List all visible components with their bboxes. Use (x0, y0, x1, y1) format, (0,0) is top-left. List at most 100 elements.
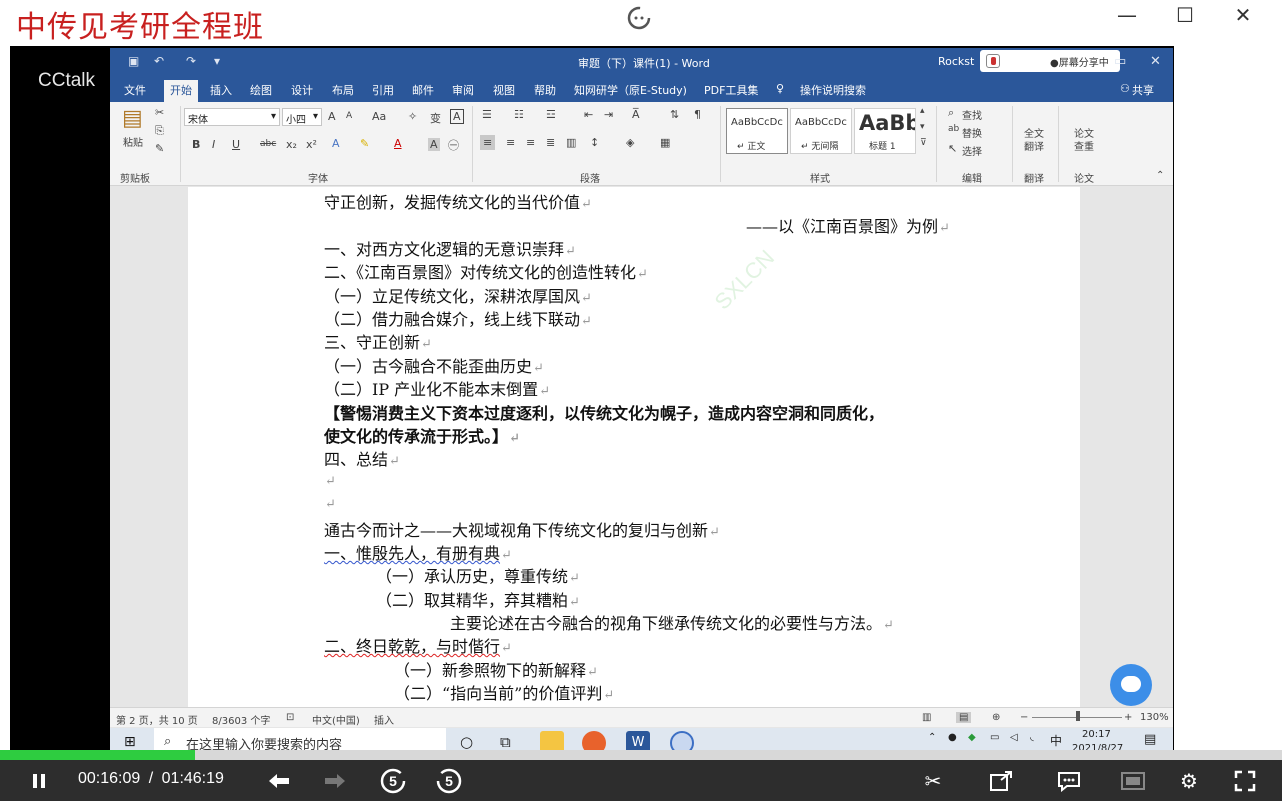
copy-icon[interactable]: ⎘ (155, 124, 164, 138)
zoom-in-icon[interactable]: + (1124, 712, 1132, 723)
web-layout-icon[interactable]: ⊕ (992, 712, 1000, 723)
cortana-icon[interactable]: ○ (460, 733, 473, 751)
select-icon[interactable]: ↖ (948, 142, 957, 155)
close-word-icon[interactable]: ✕ (1150, 54, 1161, 69)
char-shading-icon[interactable]: A (428, 138, 440, 151)
danmaku-button[interactable] (1054, 766, 1084, 796)
change-case-button[interactable]: Aa (372, 110, 386, 123)
print-layout-icon[interactable]: ▤ (956, 712, 972, 723)
justify-icon[interactable]: ≣ (546, 136, 555, 149)
share-video-button[interactable] (986, 766, 1016, 796)
sort-icon[interactable]: ⇅ (670, 108, 679, 121)
tray-app-icon[interactable]: ◆ (968, 732, 976, 743)
align-left-icon[interactable]: ≡ (480, 135, 496, 150)
tab-estudy[interactable]: 知网研学（原E-Study) (574, 82, 687, 98)
bold-button[interactable]: B (192, 138, 200, 151)
minimize-button[interactable]: — (1102, 0, 1152, 30)
network-icon[interactable]: ◟ (1030, 732, 1034, 743)
style-no-spacing[interactable]: AaBbCcDc ↵ 无间隔 (790, 108, 852, 154)
customize-qat-icon[interactable]: ▾ (214, 54, 220, 68)
picture-in-picture-button[interactable] (1118, 766, 1148, 796)
word-count[interactable]: 8/3603 个字 (212, 712, 270, 727)
tab-design[interactable]: 设计 (291, 82, 313, 98)
share-button[interactable]: 共享 (1132, 82, 1154, 98)
rewind-5-button[interactable]: 5 (378, 766, 408, 796)
insert-mode[interactable]: 插入 (374, 712, 394, 727)
distributed-icon[interactable]: ▥ (566, 136, 576, 149)
style-normal[interactable]: AaBbCcDc ↵ 正文 (726, 108, 788, 154)
chinese-layout-icon[interactable]: A̅ (632, 108, 640, 121)
next-button[interactable] (320, 766, 350, 796)
increase-indent-icon[interactable]: ⇥ (604, 108, 613, 121)
account-name[interactable]: Rockst (938, 55, 974, 68)
enclose-char-icon[interactable]: ㊀ (448, 137, 459, 153)
font-name-select[interactable]: 宋体 ▾ (184, 108, 280, 126)
grow-font-button[interactable]: A (328, 110, 336, 123)
volume-icon[interactable]: ◁ (1010, 732, 1018, 743)
mic-muted-icon[interactable] (986, 54, 1000, 68)
tab-pdf-tools[interactable]: PDF工具集 (704, 82, 758, 98)
subscript-button[interactable]: x₂ (286, 138, 297, 151)
full-translate-button[interactable]: 全文翻译 (1024, 128, 1046, 154)
tab-draw[interactable]: 绘图 (250, 82, 272, 98)
borders-icon[interactable]: ▦ (660, 136, 670, 149)
undo-icon[interactable]: ↶ (154, 54, 164, 68)
font-size-select[interactable]: 小四 ▾ (282, 108, 322, 126)
show-marks-icon[interactable]: ¶ (694, 108, 701, 121)
underline-button[interactable]: U (232, 138, 240, 151)
notification-icon[interactable]: ▤ (1144, 732, 1156, 747)
tray-expand-icon[interactable]: ⌃ (928, 732, 936, 743)
shrink-font-button[interactable]: A (346, 111, 352, 121)
video-stage[interactable]: CCtalk ▣ ↶ ↷ ▾ 审题（下）课件(1) - Word Rockst … (10, 46, 1174, 758)
tab-references[interactable]: 引用 (372, 82, 394, 98)
shading-icon[interactable]: ◈ (626, 136, 634, 149)
char-border-icon[interactable]: A (450, 109, 464, 124)
cut-icon[interactable]: ✂ (155, 106, 164, 119)
find-button[interactable]: 查找 (962, 107, 982, 122)
align-right-icon[interactable]: ≡ (526, 136, 535, 149)
language-status[interactable]: 中文(中国) (312, 712, 360, 727)
screen-share-pill[interactable]: ●屏幕分享中 (980, 50, 1120, 72)
paste-button[interactable]: 粘贴 (123, 134, 143, 149)
task-view-icon[interactable]: ⧉ (500, 733, 511, 751)
fullscreen-button[interactable] (1230, 766, 1260, 796)
highlight-icon[interactable]: ✎ (360, 137, 369, 150)
close-button[interactable]: ✕ (1218, 0, 1268, 30)
restore-window-icon[interactable]: ▭ (1114, 54, 1126, 69)
paste-icon[interactable]: ▤ (122, 106, 143, 131)
zoom-slider-thumb[interactable] (1076, 711, 1080, 721)
format-painter-icon[interactable]: ✎ (155, 142, 164, 155)
clock-time[interactable]: 20:17 (1082, 729, 1111, 740)
tab-view[interactable]: 视图 (493, 82, 515, 98)
maximize-button[interactable]: ☐ (1160, 0, 1210, 30)
align-center-icon[interactable]: ≡ (506, 136, 515, 149)
bullets-icon[interactable]: ☰ (482, 108, 492, 121)
font-color-icon[interactable]: A (394, 137, 402, 150)
style-heading-1[interactable]: AaBb 标题 1 (854, 108, 916, 154)
styles-scroll-up-icon[interactable]: ▴ (920, 106, 925, 116)
tab-mailings[interactable]: 邮件 (412, 82, 434, 98)
clip-button[interactable]: ✂ (918, 766, 948, 796)
line-spacing-icon[interactable]: ↕ (590, 136, 599, 149)
tell-me-search[interactable]: 操作说明搜索 (800, 82, 866, 98)
strikethrough-button[interactable]: abc (260, 139, 276, 149)
text-effects-icon[interactable]: A (332, 137, 340, 150)
tab-home[interactable]: 开始 (164, 80, 198, 104)
replace-button[interactable]: 替换 (962, 125, 982, 140)
redo-icon[interactable]: ↷ (186, 54, 196, 68)
page-count[interactable]: 第 2 页，共 10 页 (116, 712, 198, 727)
replace-icon[interactable]: ab (948, 124, 959, 134)
tab-file[interactable]: 文件 (124, 82, 146, 98)
find-icon[interactable]: ⌕ (948, 106, 954, 120)
clear-format-icon[interactable]: ✧ (408, 110, 417, 123)
decrease-indent-icon[interactable]: ⇤ (584, 108, 593, 121)
italic-button[interactable]: I (212, 138, 215, 151)
playback-progress-bar[interactable] (0, 750, 1282, 760)
previous-button[interactable] (264, 766, 294, 796)
forward-5-button[interactable]: 5 (434, 766, 464, 796)
superscript-button[interactable]: x² (306, 138, 317, 151)
zoom-level[interactable]: 130% (1140, 712, 1169, 723)
tab-help[interactable]: 帮助 (534, 82, 556, 98)
document-page[interactable]: 守正创新，发掘传统文化的当代价值↵ ——以《江南百景图》为例↵ 一、对西方文化逻… (188, 187, 1080, 707)
chat-fab-button[interactable] (1110, 664, 1152, 706)
